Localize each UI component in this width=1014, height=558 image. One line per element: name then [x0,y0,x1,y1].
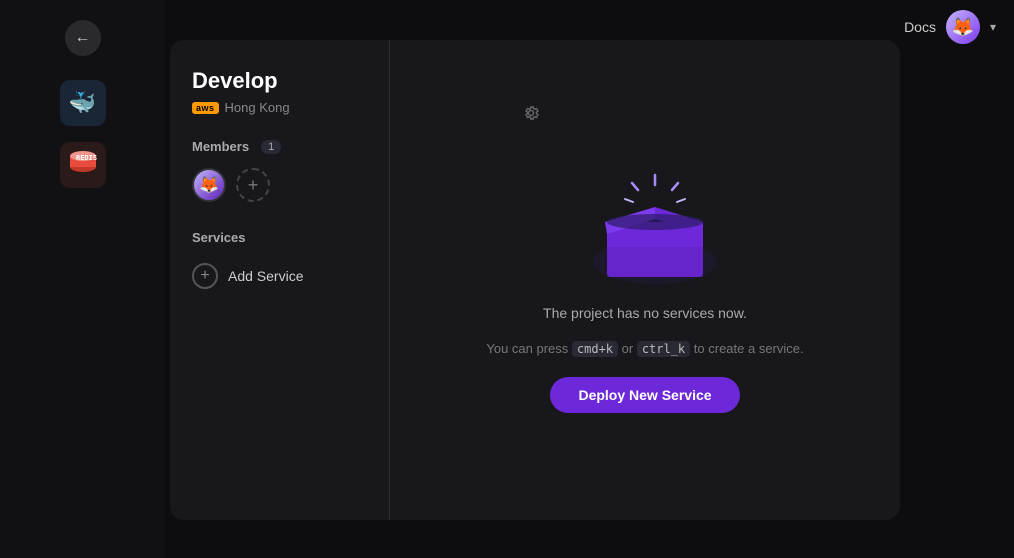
user-avatar[interactable]: 🦊 [946,10,980,44]
back-button[interactable]: ← [65,20,101,56]
topbar: Docs 🦊 ▾ [886,0,1014,54]
members-label-row: Members 1 [192,139,367,154]
members-count-badge: 1 [261,140,281,154]
add-service-circle-icon: + [192,263,218,289]
docs-link[interactable]: Docs [904,19,936,35]
gear-icon [522,107,540,126]
add-member-button[interactable]: + [236,168,270,202]
user-menu-chevron[interactable]: ▾ [990,20,996,34]
sidebar-icon-docker[interactable]: 🐳 [60,80,106,126]
svg-text:REDIS: REDIS [76,154,97,162]
deploy-new-service-button[interactable]: Deploy New Service [550,377,739,413]
back-icon: ← [75,29,91,47]
card-right-panel: The project has no services now. You can… [390,40,900,520]
aws-badge: aws [192,102,219,114]
settings-button[interactable] [522,104,540,127]
services-label: Services [192,230,367,245]
redis-icon: REDIS [69,151,97,179]
empty-state-subtitle: You can press cmd+k or ctrl_k to create … [486,339,803,360]
services-section: Services + Add Service [192,230,367,293]
project-title: Develop [192,68,367,94]
sidebar-icon-redis[interactable]: REDIS [60,142,106,188]
add-service-label: Add Service [228,268,303,284]
left-sidebar: ← 🐳 REDIS [0,0,165,558]
main-card: Develop aws Hong Kong Members 1 🦊 + [170,40,900,520]
empty-state-illustration [575,147,715,277]
member-avatar-0[interactable]: 🦊 [192,168,226,202]
empty-state-title: The project has no services now. [543,305,747,321]
docker-icon: 🐳 [69,90,96,116]
card-left-panel: Develop aws Hong Kong Members 1 🦊 + [170,40,390,520]
add-service-button[interactable]: + Add Service [192,259,303,293]
members-row: 🦊 + [192,168,367,202]
plus-icon: + [248,175,259,196]
members-label: Members [192,139,249,154]
project-region: aws Hong Kong [192,100,367,115]
plus-circle-icon: + [200,267,209,285]
region-text: Hong Kong [225,100,290,115]
